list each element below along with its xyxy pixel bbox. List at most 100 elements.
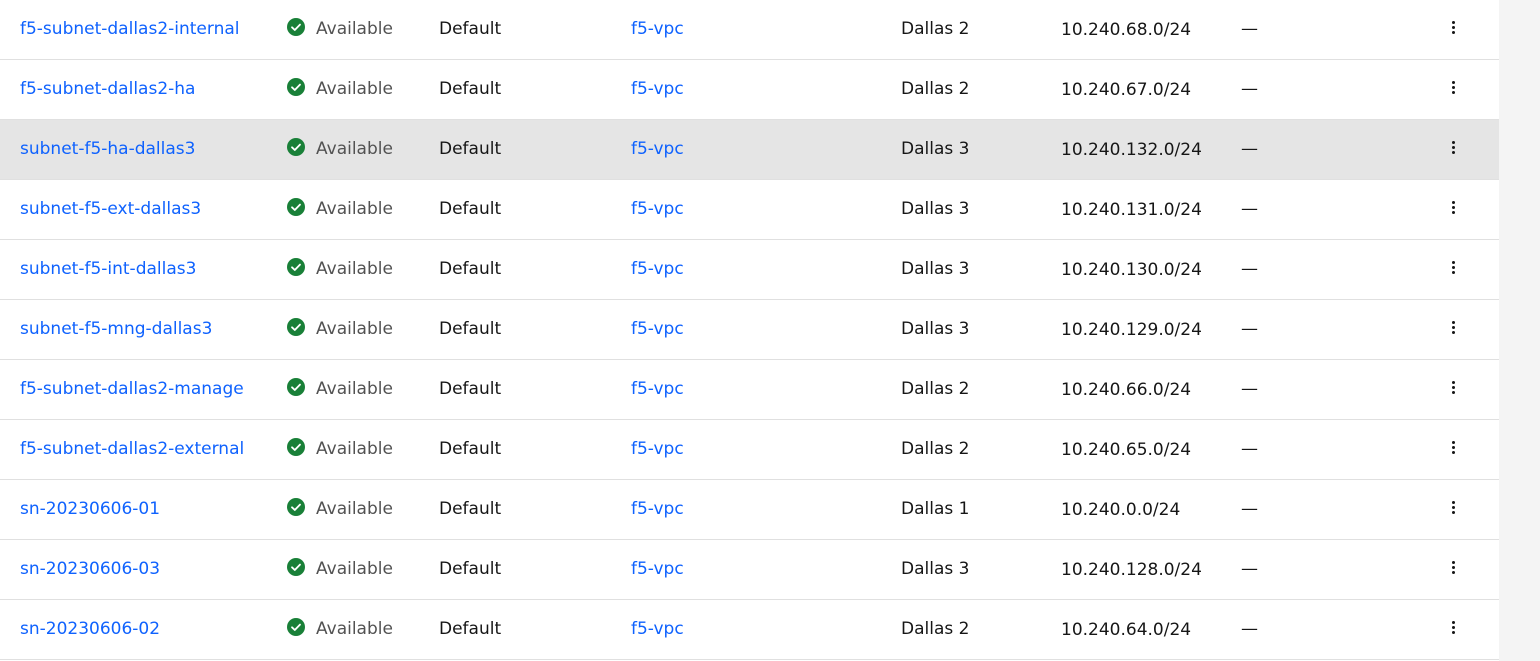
table-row[interactable]: sn-20230606-02 Available Default f5-vpc …: [0, 600, 1499, 660]
gateway-value: —: [1241, 259, 1258, 279]
gateway-value: —: [1241, 559, 1258, 579]
status-cell: Available: [287, 120, 393, 179]
status-label: Available: [316, 439, 393, 459]
status-label: Available: [316, 139, 393, 159]
zone-value: Dallas 3: [901, 319, 970, 339]
checkmark-filled-icon: [287, 78, 305, 96]
vpc-link[interactable]: f5-vpc: [631, 180, 684, 239]
status-cell: Available: [287, 0, 393, 59]
subnet-name-link[interactable]: f5-subnet-dallas2-manage: [20, 360, 244, 419]
checkmark-filled-icon: [287, 138, 305, 156]
overflow-menu-vertical-icon: [1452, 21, 1456, 35]
checkmark-filled-icon: [287, 198, 305, 216]
row-overflow-menu-button[interactable]: [1443, 0, 1465, 59]
status-cell: Available: [287, 300, 393, 359]
vpc-link[interactable]: f5-vpc: [631, 480, 684, 539]
vpc-link[interactable]: f5-vpc: [631, 540, 684, 599]
zone-value: Dallas 3: [901, 199, 970, 219]
ip-range-value: 10.240.65.0/24: [1061, 440, 1192, 460]
table-row[interactable]: subnet-f5-ext-dallas3 Available Default …: [0, 180, 1499, 240]
subnet-name-link[interactable]: f5-subnet-dallas2-external: [20, 420, 244, 479]
subnet-name-link[interactable]: subnet-f5-mng-dallas3: [20, 300, 212, 359]
gateway-value: —: [1241, 79, 1258, 99]
table-row[interactable]: sn-20230606-03 Available Default f5-vpc …: [0, 540, 1499, 600]
overflow-menu-vertical-icon: [1452, 261, 1456, 275]
overflow-menu-vertical-icon: [1452, 381, 1456, 395]
row-overflow-menu-button[interactable]: [1443, 240, 1465, 299]
subnet-name-link[interactable]: sn-20230606-01: [20, 480, 160, 539]
row-overflow-menu-button[interactable]: [1443, 60, 1465, 119]
checkmark-filled-icon: [287, 558, 305, 576]
status-cell: Available: [287, 180, 393, 239]
overflow-menu-vertical-icon: [1452, 81, 1456, 95]
acl-value: Default: [439, 619, 502, 639]
vpc-link[interactable]: f5-vpc: [631, 120, 684, 179]
row-overflow-menu-button[interactable]: [1443, 600, 1465, 659]
checkmark-filled-icon: [287, 618, 305, 636]
row-overflow-menu-button[interactable]: [1443, 360, 1465, 419]
ip-range-value: 10.240.131.0/24: [1061, 200, 1202, 220]
status-cell: Available: [287, 360, 393, 419]
vpc-link[interactable]: f5-vpc: [631, 600, 684, 659]
subnet-name-link[interactable]: f5-subnet-dallas2-internal: [20, 0, 240, 59]
table-row[interactable]: f5-subnet-dallas2-ha Available Default f…: [0, 60, 1499, 120]
table-row[interactable]: f5-subnet-dallas2-external Available Def…: [0, 420, 1499, 480]
vpc-link[interactable]: f5-vpc: [631, 60, 684, 119]
table-row[interactable]: subnet-f5-mng-dallas3 Available Default …: [0, 300, 1499, 360]
acl-value: Default: [439, 439, 502, 459]
subnet-name-link[interactable]: subnet-f5-ext-dallas3: [20, 180, 201, 239]
row-overflow-menu-button[interactable]: [1443, 420, 1465, 479]
row-overflow-menu-button[interactable]: [1443, 120, 1465, 179]
row-overflow-menu-button[interactable]: [1443, 480, 1465, 539]
table-row[interactable]: subnet-f5-int-dallas3 Available Default …: [0, 240, 1499, 300]
row-overflow-menu-button[interactable]: [1443, 180, 1465, 239]
table-row[interactable]: subnet-f5-ha-dallas3 Available Default f…: [0, 120, 1499, 180]
vpc-link[interactable]: f5-vpc: [631, 240, 684, 299]
acl-value: Default: [439, 199, 502, 219]
table-row[interactable]: sn-20230606-01 Available Default f5-vpc …: [0, 480, 1499, 540]
ip-range-value: 10.240.129.0/24: [1061, 320, 1202, 340]
gateway-value: —: [1241, 499, 1258, 519]
acl-value: Default: [439, 259, 502, 279]
subnet-name-link[interactable]: subnet-f5-int-dallas3: [20, 240, 196, 299]
status-cell: Available: [287, 540, 393, 599]
row-overflow-menu-button[interactable]: [1443, 300, 1465, 359]
table-row[interactable]: f5-subnet-dallas2-internal Available Def…: [0, 0, 1499, 60]
overflow-menu-vertical-icon: [1452, 561, 1456, 575]
subnet-name-link[interactable]: sn-20230606-03: [20, 540, 160, 599]
gateway-value: —: [1241, 19, 1258, 39]
zone-value: Dallas 1: [901, 499, 970, 519]
overflow-menu-vertical-icon: [1452, 201, 1456, 215]
status-label: Available: [316, 379, 393, 399]
subnet-name-link[interactable]: sn-20230606-02: [20, 600, 160, 659]
acl-value: Default: [439, 319, 502, 339]
status-cell: Available: [287, 240, 393, 299]
zone-value: Dallas 3: [901, 259, 970, 279]
subnet-name-link[interactable]: subnet-f5-ha-dallas3: [20, 120, 195, 179]
checkmark-filled-icon: [287, 258, 305, 276]
ip-range-value: 10.240.64.0/24: [1061, 620, 1192, 640]
vpc-link[interactable]: f5-vpc: [631, 0, 684, 59]
vpc-link[interactable]: f5-vpc: [631, 360, 684, 419]
ip-range-value: 10.240.66.0/24: [1061, 380, 1192, 400]
zone-value: Dallas 2: [901, 79, 970, 99]
row-overflow-menu-button[interactable]: [1443, 540, 1465, 599]
acl-value: Default: [439, 79, 502, 99]
checkmark-filled-icon: [287, 18, 305, 36]
ip-range-value: 10.240.130.0/24: [1061, 260, 1202, 280]
checkmark-filled-icon: [287, 498, 305, 516]
gateway-value: —: [1241, 619, 1258, 639]
status-label: Available: [316, 19, 393, 39]
vpc-link[interactable]: f5-vpc: [631, 300, 684, 359]
acl-value: Default: [439, 19, 502, 39]
subnets-table: f5-subnet-dallas2-internal Available Def…: [0, 0, 1499, 661]
gateway-value: —: [1241, 379, 1258, 399]
vpc-link[interactable]: f5-vpc: [631, 420, 684, 479]
checkmark-filled-icon: [287, 318, 305, 336]
subnet-name-link[interactable]: f5-subnet-dallas2-ha: [20, 60, 195, 119]
status-cell: Available: [287, 60, 393, 119]
status-label: Available: [316, 79, 393, 99]
table-row[interactable]: f5-subnet-dallas2-manage Available Defau…: [0, 360, 1499, 420]
overflow-menu-vertical-icon: [1452, 321, 1456, 335]
overflow-menu-vertical-icon: [1452, 621, 1456, 635]
